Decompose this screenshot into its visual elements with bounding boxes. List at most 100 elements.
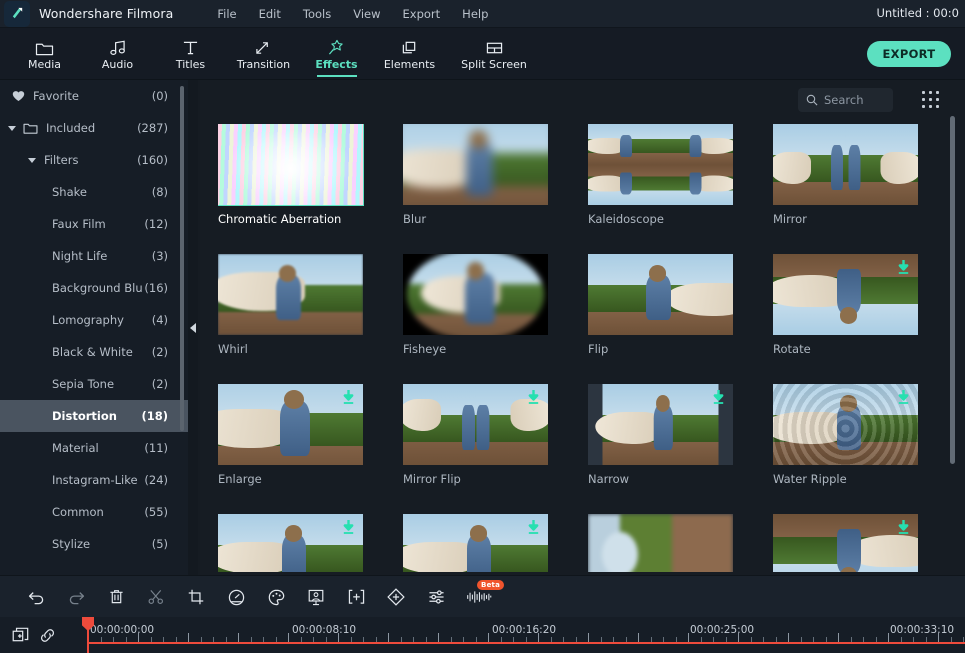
ruler-tick-major <box>488 633 489 642</box>
sidebar-item-night-life-count: (3) <box>151 249 168 263</box>
sidebar-item-filters[interactable]: Filters (160) <box>0 144 188 176</box>
split-button[interactable] <box>136 576 176 618</box>
effect-tile-raindrop[interactable]: Raindrop <box>403 514 548 572</box>
tab-effects[interactable]: Effects <box>300 28 373 80</box>
sidebar-item-sepia-tone[interactable]: Sepia Tone (2) <box>0 368 188 400</box>
grid-view-icon[interactable] <box>922 91 940 109</box>
sidebar-item-faux-film[interactable]: Faux Film (12) <box>0 208 188 240</box>
trash-icon <box>109 589 124 605</box>
sidebar-collapse-button[interactable] <box>188 80 198 575</box>
green-screen-button[interactable] <box>296 576 336 618</box>
category-sidebar[interactable]: Favorite (0) Included (287) Filters (160… <box>0 80 188 575</box>
ruler-tick-major <box>688 633 689 642</box>
sidebar-item-instagram-like[interactable]: Instagram-Like (24) <box>0 464 188 496</box>
effect-tile-distort[interactable]: Distort <box>588 514 733 572</box>
chevron-down-icon[interactable] <box>8 125 16 131</box>
download-arrow-icon[interactable] <box>712 390 725 405</box>
beta-badge: Beta <box>477 580 504 590</box>
scissors-icon <box>148 589 164 605</box>
redo-button[interactable] <box>56 576 96 618</box>
tab-elements-label: Elements <box>383 57 436 71</box>
effect-tile-whirl[interactable]: Whirl <box>218 254 363 356</box>
audio-mixer-button[interactable] <box>416 576 456 618</box>
link-icon[interactable] <box>39 627 56 644</box>
tab-split-screen-label: Split Screen <box>461 57 527 71</box>
effect-tile-flip-up[interactable]: Flip Up <box>773 514 918 572</box>
effect-tile-mirror-flip[interactable]: Mirror Flip <box>403 384 548 486</box>
sidebar-item-lomography[interactable]: Lomography (4) <box>0 304 188 336</box>
download-arrow-icon[interactable] <box>342 520 355 535</box>
timeline-ruler[interactable]: 00:00:00:00 00:00:08:10 00:00:16:20 00:0… <box>88 617 965 653</box>
menu-item-file[interactable]: File <box>206 3 247 25</box>
sidebar-item-background-blur[interactable]: Background Blu (16) <box>0 272 188 304</box>
effect-tile-rotate[interactable]: Rotate <box>773 254 918 356</box>
effect-thumbnail <box>588 124 733 205</box>
menu-item-tools[interactable]: Tools <box>292 3 342 25</box>
sidebar-scrollbar[interactable] <box>180 86 184 431</box>
download-arrow-icon[interactable] <box>342 390 355 405</box>
tab-split-screen[interactable]: Split Screen <box>446 28 542 80</box>
effect-tile-water-ripple[interactable]: Water Ripple <box>773 384 918 486</box>
tab-transition[interactable]: Transition <box>227 28 300 80</box>
effects-panel-scrollbar[interactable] <box>950 116 955 464</box>
green-screen-icon <box>308 589 324 606</box>
sidebar-item-faux-film-label: Faux Film <box>52 217 106 231</box>
effect-tile-fisheye[interactable]: Fisheye <box>403 254 548 356</box>
effect-tile-enlarge[interactable]: Enlarge <box>218 384 363 486</box>
download-arrow-icon[interactable] <box>527 520 540 535</box>
audio-beat-button[interactable]: Beta <box>456 576 504 618</box>
sidebar-item-stylize[interactable]: Stylize (5) <box>0 528 188 560</box>
effect-tile-mirror[interactable]: Mirror <box>773 124 918 226</box>
sidebar-item-black-and-white-label: Black & White <box>52 345 133 359</box>
effect-thumbnail <box>773 384 918 465</box>
effect-tile-chromatic-aberration[interactable]: Chromatic Aberration <box>218 124 364 226</box>
sidebar-item-distortion[interactable]: Distortion (18) <box>0 400 188 432</box>
search-input[interactable] <box>824 93 884 107</box>
effect-thumbnail <box>773 254 918 335</box>
effect-tile-blur[interactable]: Blur <box>403 124 548 226</box>
menu-item-export[interactable]: Export <box>392 3 452 25</box>
keyframe-button[interactable] <box>376 576 416 618</box>
tab-titles[interactable]: Titles <box>154 28 227 80</box>
add-media-icon[interactable] <box>12 627 29 644</box>
menu-bar: Wondershare Filmora File Edit Tools View… <box>0 0 965 28</box>
menu-item-edit[interactable]: Edit <box>248 3 292 25</box>
effect-tile-water-suffer[interactable]: Water Suffer <box>218 514 363 572</box>
menu-item-view[interactable]: View <box>342 3 391 25</box>
sidebar-item-favorite[interactable]: Favorite (0) <box>0 80 188 112</box>
sidebar-item-common[interactable]: Common (55) <box>0 496 188 528</box>
sidebar-item-included[interactable]: Included (287) <box>0 112 188 144</box>
download-arrow-icon[interactable] <box>527 390 540 405</box>
sidebar-item-material[interactable]: Material (11) <box>0 432 188 464</box>
download-arrow-icon[interactable] <box>897 390 910 405</box>
export-button[interactable]: EXPORT <box>867 41 951 67</box>
music-note-icon <box>108 38 127 56</box>
delete-button[interactable] <box>96 576 136 618</box>
sidebar-item-night-life[interactable]: Night Life (3) <box>0 240 188 272</box>
ruler-tick-major <box>838 633 839 642</box>
search-box[interactable] <box>798 88 893 112</box>
sidebar-item-lomography-count: (4) <box>151 313 168 327</box>
effect-tile-narrow[interactable]: Narrow <box>588 384 733 486</box>
search-icon <box>806 94 818 106</box>
ruler-tick-major <box>138 633 139 642</box>
tab-audio[interactable]: Audio <box>81 28 154 80</box>
undo-button[interactable] <box>16 576 56 618</box>
tab-elements[interactable]: Elements <box>373 28 446 80</box>
download-arrow-icon[interactable] <box>897 520 910 535</box>
effect-tile-flip[interactable]: Flip <box>588 254 733 356</box>
download-arrow-icon[interactable] <box>897 260 910 275</box>
chevron-down-icon[interactable] <box>28 157 36 163</box>
sidebar-item-black-and-white[interactable]: Black & White (2) <box>0 336 188 368</box>
add-frame-button[interactable] <box>336 576 376 618</box>
speed-button[interactable] <box>216 576 256 618</box>
effect-thumbnail <box>218 384 363 465</box>
tab-audio-label: Audio <box>101 57 134 71</box>
tab-media[interactable]: Media <box>8 28 81 80</box>
crop-button[interactable] <box>176 576 216 618</box>
color-button[interactable] <box>256 576 296 618</box>
sidebar-item-shake[interactable]: Shake (8) <box>0 176 188 208</box>
ruler-tick-major <box>738 633 739 642</box>
effect-tile-kaleidoscope[interactable]: Kaleidoscope <box>588 124 733 226</box>
menu-item-help[interactable]: Help <box>451 3 499 25</box>
